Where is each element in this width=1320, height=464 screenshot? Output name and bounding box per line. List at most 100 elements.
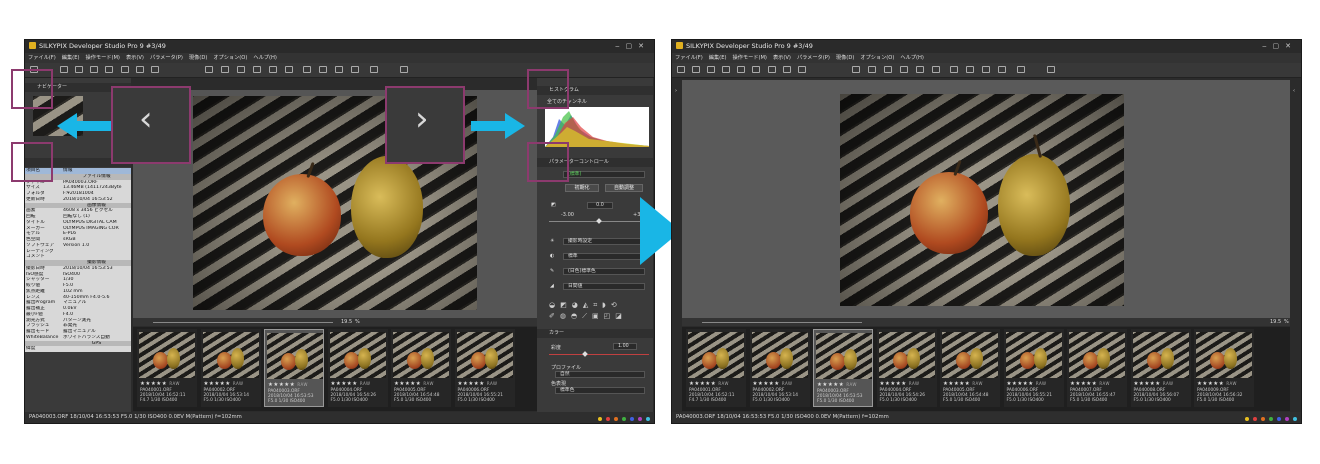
menu-parameter[interactable]: パラメータ(P) bbox=[797, 55, 830, 61]
toolbar-button[interactable] bbox=[221, 66, 229, 73]
rating-stars[interactable]: ★★★★★ RAW bbox=[394, 381, 434, 387]
toolbar-button[interactable] bbox=[319, 66, 327, 73]
label-dot[interactable] bbox=[622, 417, 626, 421]
profile-select[interactable]: 自然 bbox=[555, 371, 645, 378]
rating-stars[interactable]: ★★★★★ RAW bbox=[880, 381, 920, 387]
label-dot[interactable] bbox=[598, 417, 602, 421]
window-controls[interactable]: ‒▢✕ bbox=[615, 40, 650, 53]
rating-stars[interactable]: ★★★★★ RAW bbox=[943, 381, 983, 387]
color-expression-select[interactable]: 標準色 bbox=[555, 387, 645, 394]
rating-stars[interactable]: ★★★★★ RAW bbox=[1197, 381, 1237, 387]
thumbnail[interactable]: ★★★★★ RAW PA040006.ORF 2018/10/04 16:55:21… bbox=[454, 329, 515, 407]
thumbnail[interactable]: ★★★★★ RAW PA040009.ORF 2018/10/04 16:56:32… bbox=[1194, 329, 1254, 407]
thumbnail[interactable]: ★★★★★ RAW PA040005.ORF 2018/10/04 16:54:48… bbox=[391, 329, 451, 407]
tone-select[interactable]: 標準 bbox=[563, 253, 645, 260]
toolbar-button[interactable] bbox=[370, 66, 378, 73]
toolbar-button[interactable] bbox=[335, 66, 343, 73]
toolbar-button[interactable] bbox=[105, 66, 113, 73]
toolbar-button[interactable] bbox=[1017, 66, 1025, 73]
toolbar-button[interactable] bbox=[722, 66, 730, 73]
thumbnail[interactable]: ★★★★★ RAW PA040003.ORF 2018/10/04 16:53:53… bbox=[264, 329, 324, 407]
menu-edit[interactable]: 編集(E) bbox=[709, 55, 727, 61]
exposure-icon[interactable]: ◩ bbox=[551, 202, 556, 208]
label-dot[interactable] bbox=[1245, 417, 1249, 421]
toolbar-button[interactable] bbox=[768, 66, 776, 73]
rating-stars[interactable]: ★★★★★ RAW bbox=[1070, 381, 1110, 387]
chevron-left-icon[interactable]: ‹ bbox=[139, 102, 153, 136]
menu-options[interactable]: オプション(O) bbox=[860, 55, 894, 61]
toolbar-button[interactable] bbox=[205, 66, 213, 73]
label-dot[interactable] bbox=[606, 417, 610, 421]
rating-stars[interactable]: ★★★★★ RAW bbox=[204, 381, 244, 387]
rating-stars[interactable]: ★★★★★ RAW bbox=[268, 382, 308, 388]
toolbar-button[interactable] bbox=[982, 66, 990, 73]
panel-expand-left-icon[interactable]: › bbox=[675, 88, 677, 94]
rating-stars[interactable]: ★★★★★ RAW bbox=[331, 381, 371, 387]
menu-develop[interactable]: 現像(D) bbox=[836, 55, 854, 61]
label-dot[interactable] bbox=[630, 417, 634, 421]
toolbar-button[interactable] bbox=[737, 66, 745, 73]
menu-file[interactable]: ファイル(F) bbox=[675, 55, 703, 61]
label-color-dots[interactable] bbox=[1241, 415, 1297, 423]
chevron-right-icon[interactable]: › bbox=[415, 102, 429, 136]
toolbar-button[interactable] bbox=[707, 66, 715, 73]
toolbar-button[interactable] bbox=[121, 66, 129, 73]
menu-mode[interactable]: 操作モード(M) bbox=[733, 55, 767, 61]
rating-stars[interactable]: ★★★★★ RAW bbox=[689, 381, 729, 387]
toolbar-button[interactable] bbox=[303, 66, 311, 73]
rating-stars[interactable]: ★★★★★ RAW bbox=[817, 382, 857, 388]
menu-file[interactable]: ファイル(F) bbox=[28, 55, 56, 61]
menu-options[interactable]: オプション(O) bbox=[213, 55, 247, 61]
thumbnail[interactable]: ★★★★★ RAW PA040001.ORF 2018/10/04 16:52:11… bbox=[137, 329, 197, 407]
label-dot[interactable] bbox=[1285, 417, 1289, 421]
toolbar-button[interactable] bbox=[868, 66, 876, 73]
rating-stars[interactable]: ★★★★★ RAW bbox=[753, 381, 793, 387]
color-select[interactable]: (日色)標準色 bbox=[563, 268, 645, 275]
rating-stars[interactable]: ★★★★★ RAW bbox=[1134, 381, 1174, 387]
thumbnail[interactable]: ★★★★★ RAW PA040008.ORF 2018/10/04 16:56:07… bbox=[1130, 329, 1191, 407]
toolbar-button[interactable] bbox=[916, 66, 924, 73]
toolbar-button[interactable] bbox=[400, 66, 408, 73]
window-controls[interactable]: ‒▢✕ bbox=[1262, 40, 1297, 53]
saturation-value[interactable]: 1.00 bbox=[613, 343, 637, 350]
label-dot[interactable] bbox=[1269, 417, 1273, 421]
thumbnail[interactable]: ★★★★★ RAW PA040002.ORF 2018/10/04 16:53:14… bbox=[749, 329, 810, 407]
label-dot[interactable] bbox=[1253, 417, 1257, 421]
toolbar-button[interactable] bbox=[136, 66, 144, 73]
thumbnail[interactable]: ★★★★★ RAW PA040004.ORF 2018/10/04 16:54:26… bbox=[327, 329, 388, 407]
toolbar-button[interactable] bbox=[60, 66, 68, 73]
saturation-slider-knob[interactable] bbox=[582, 351, 588, 357]
exposure-value[interactable]: 0.0 bbox=[587, 202, 613, 209]
sharpness-select[interactable]: 日間値 bbox=[563, 283, 645, 290]
label-dot[interactable] bbox=[1261, 417, 1265, 421]
label-dot[interactable] bbox=[646, 417, 650, 421]
tool-icon-grid[interactable]: ◒◩◕◭⌗◗⟲ ✐◍◓⟋▣◰◪ bbox=[549, 300, 649, 324]
toolbar-button[interactable] bbox=[351, 66, 359, 73]
menu-view[interactable]: 表示(V) bbox=[773, 55, 791, 61]
thumbnail[interactable]: ★★★★★ RAW PA040004.ORF 2018/10/04 16:54:26… bbox=[876, 329, 937, 407]
toolbar-button[interactable] bbox=[966, 66, 974, 73]
toolbar-button[interactable] bbox=[884, 66, 892, 73]
toolbar-button[interactable] bbox=[1047, 66, 1055, 73]
thumbnail[interactable]: ★★★★★ RAW PA040007.ORF 2018/10/04 16:55:47… bbox=[1067, 329, 1127, 407]
toolbar-button[interactable] bbox=[151, 66, 159, 73]
toolbar-button[interactable] bbox=[932, 66, 940, 73]
toolbar-button[interactable] bbox=[998, 66, 1006, 73]
menu-help[interactable]: ヘルプ(H) bbox=[900, 55, 924, 61]
toolbar-button[interactable] bbox=[269, 66, 277, 73]
toolbar-button[interactable] bbox=[285, 66, 293, 73]
thumbnail[interactable]: ★★★★★ RAW PA040005.ORF 2018/10/04 16:54:48… bbox=[940, 329, 1000, 407]
menu-edit[interactable]: 編集(E) bbox=[62, 55, 80, 61]
thumbnail[interactable]: ★★★★★ RAW PA040001.ORF 2018/10/04 16:52:11… bbox=[686, 329, 746, 407]
toolbar-button[interactable] bbox=[692, 66, 700, 73]
toolbar-button[interactable] bbox=[253, 66, 261, 73]
toolbar-button[interactable] bbox=[237, 66, 245, 73]
wb-select[interactable]: 撮影時設定 bbox=[563, 238, 645, 245]
rating-stars[interactable]: ★★★★★ RAW bbox=[458, 381, 498, 387]
thumbnail[interactable]: ★★★★★ RAW PA040003.ORF 2018/10/04 16:53:53… bbox=[813, 329, 873, 407]
main-photo[interactable] bbox=[840, 94, 1124, 306]
menu-view[interactable]: 表示(V) bbox=[126, 55, 144, 61]
auto-adjust-button[interactable]: 自動調整 bbox=[605, 184, 643, 192]
thumbnail[interactable]: ★★★★★ RAW PA040002.ORF 2018/10/04 16:53:14… bbox=[200, 329, 261, 407]
label-dot[interactable] bbox=[1277, 417, 1281, 421]
